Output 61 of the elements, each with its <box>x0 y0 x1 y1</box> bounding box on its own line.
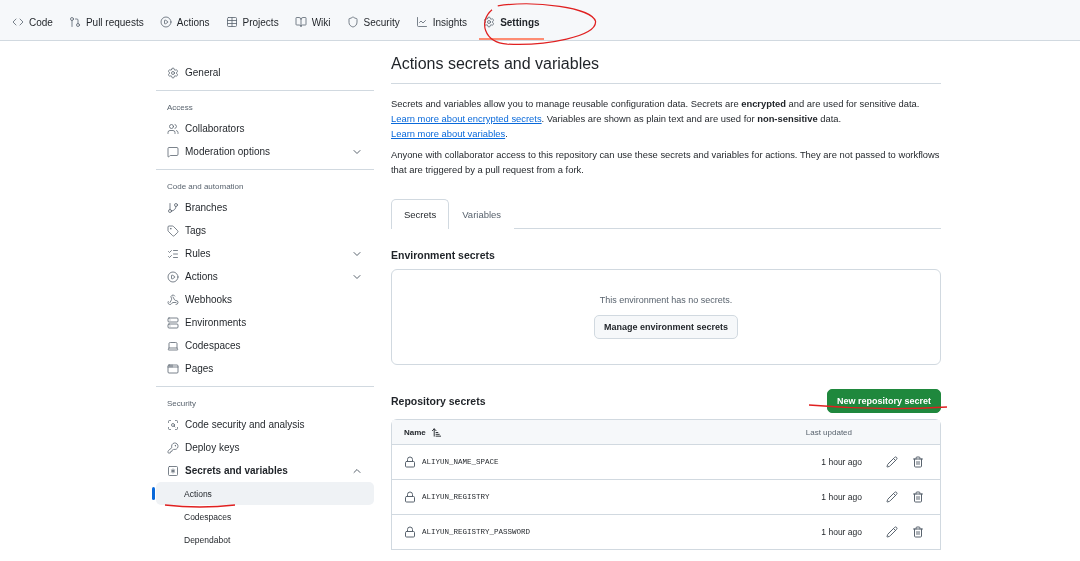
tab[interactable]: Secrets <box>391 199 450 229</box>
table-icon <box>225 16 238 28</box>
section-heading: Environment secrets <box>391 249 496 261</box>
play-icon <box>159 16 172 28</box>
description-text: Secrets and variables allow you to manage reusable configuration data. Secrets are encrypted and are used for sensitive data. Learn more about encrypted secrets. Variables are shown as plain text and are used for non-sensitive data. Learn more about variables. <box>391 97 921 141</box>
sidebar-item[interactable]: Deploy keys <box>156 436 374 459</box>
webhook-icon <box>167 293 179 306</box>
sidebar-subitem[interactable]: Codespaces <box>156 505 374 528</box>
settings-icon <box>483 16 496 28</box>
sidebar-item[interactable]: Pages <box>156 357 374 380</box>
sidebar-item[interactable]: Webhooks <box>156 288 374 311</box>
server-icon <box>167 316 179 329</box>
sidebar-heading: Code and automation <box>166 181 245 193</box>
sidebar-item[interactable]: Collaborators <box>156 117 374 140</box>
asterisk-icon <box>167 464 179 477</box>
sidebar-subitem[interactable]: Dependabot <box>156 528 374 551</box>
column-header[interactable]: Name <box>404 427 426 437</box>
sidebar-item[interactable]: Tags <box>156 219 374 242</box>
sidebar-item[interactable]: Environments <box>156 311 374 334</box>
sidebar-item[interactable]: Codespaces <box>156 334 374 357</box>
rules-icon <box>167 247 179 260</box>
lock-icon <box>404 526 416 538</box>
learn-more-link[interactable]: Learn more about encrypted secrets <box>391 113 542 124</box>
laptop-icon <box>167 339 179 352</box>
hand-drawn-underline <box>164 503 236 509</box>
browser-icon <box>167 362 179 375</box>
new-secret-button[interactable]: New repository secret <box>826 389 941 413</box>
settings-icon <box>167 66 179 79</box>
graph-icon <box>415 16 428 28</box>
sidebar-heading: Access <box>166 102 194 114</box>
book-icon <box>294 16 307 28</box>
sort-icon[interactable] <box>430 426 442 438</box>
sidebar-item[interactable]: Code security and analysis <box>156 413 374 436</box>
scan-icon <box>167 418 179 431</box>
shield-icon <box>346 16 359 28</box>
sidebar-heading: Security <box>166 398 197 410</box>
sidebar-item[interactable]: Secrets and variables <box>156 459 374 482</box>
column-header: Last updated <box>805 427 852 437</box>
last-updated: 1 hour ago <box>820 527 862 537</box>
sidebar-item[interactable]: Actions <box>156 265 374 288</box>
comment-icon <box>167 145 179 158</box>
tag-icon <box>167 224 179 237</box>
key-icon <box>167 441 179 454</box>
sidebar-item[interactable]: Branches <box>156 196 374 219</box>
sidebar-item[interactable]: General <box>156 61 374 84</box>
lock-icon <box>404 491 416 503</box>
pull-request-icon <box>68 16 81 28</box>
branch-icon <box>167 201 179 214</box>
description-text: Anyone with collaborator access to this repository can use these secrets and variables for actions. They are not passed to workflows that are triggered by a pull request from a fork. <box>391 148 941 177</box>
last-updated: 1 hour ago <box>820 457 862 467</box>
empty-message: This environment has no secrets. <box>599 295 733 305</box>
section-heading: Repository secrets <box>391 395 486 407</box>
last-updated: 1 hour ago <box>820 492 862 502</box>
play-icon <box>167 270 179 283</box>
code-icon <box>12 16 24 28</box>
people-icon <box>167 122 179 135</box>
page-title: Actions secrets and variables <box>391 55 941 84</box>
sidebar-item[interactable]: Rules <box>156 242 374 265</box>
lock-icon <box>404 456 416 468</box>
manage-environment-secrets-button[interactable]: Manage environment secrets <box>593 315 738 339</box>
sidebar-item[interactable]: Moderation options <box>156 140 374 163</box>
